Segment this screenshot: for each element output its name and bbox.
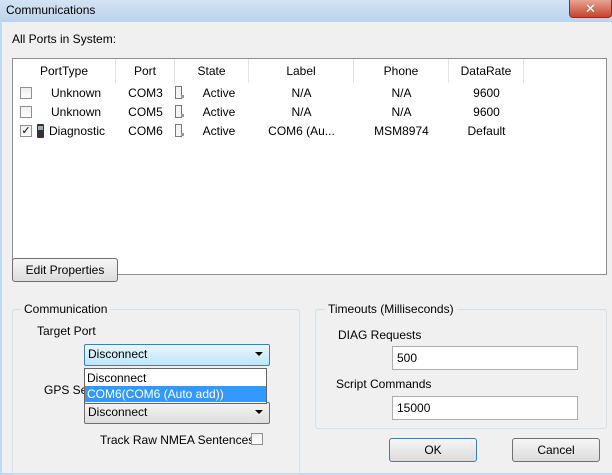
table-row[interactable]: ✓ Diagnostic COM6 Active COM6 (Au... MSM… — [13, 122, 606, 141]
gps-value: Disconnect — [88, 405, 148, 419]
timeouts-group-title: Timeouts (Milliseconds) — [325, 302, 457, 316]
dialog-body: All Ports in System: PortType Port State… — [2, 22, 612, 475]
chevron-down-icon — [255, 352, 263, 356]
dropdown-option[interactable]: Disconnect — [85, 370, 266, 386]
track-nmea-checkbox[interactable] — [251, 433, 263, 445]
diag-requests-label: DIAG Requests — [338, 328, 422, 342]
window-title: Communications — [6, 3, 96, 17]
data-rate: Default — [467, 124, 506, 138]
state-icon — [175, 86, 184, 99]
close-button[interactable]: ✕ — [569, 0, 612, 18]
port: COM6 — [128, 124, 163, 138]
ports-table[interactable]: PortType Port State Label Phone DataRate… — [12, 58, 607, 275]
chevron-down-icon — [255, 410, 263, 414]
port-type: Diagnostic — [49, 124, 106, 138]
state-icon — [175, 105, 184, 118]
row-checkbox[interactable]: ✓ — [20, 125, 32, 137]
port-type: Unknown — [51, 86, 101, 100]
col-header-label[interactable]: Label — [249, 59, 354, 83]
port: COM3 — [128, 86, 163, 100]
col-header-state[interactable]: State — [175, 59, 249, 83]
phone: N/A — [391, 86, 412, 100]
target-port-value: Disconnect — [88, 347, 148, 361]
state: Active — [202, 86, 236, 100]
title-bar: Communications ✕ — [0, 0, 612, 22]
phone: N/A — [391, 105, 412, 119]
track-nmea-label: Track Raw NMEA Sentences — [100, 433, 255, 447]
phone-icon — [37, 124, 44, 138]
script-commands-input[interactable]: 15000 — [392, 396, 578, 420]
state: Active — [202, 124, 236, 138]
port-type: Unknown — [51, 105, 101, 119]
col-header-porttype[interactable]: PortType — [13, 59, 116, 83]
ports-label: All Ports in System: — [12, 32, 117, 46]
table-row[interactable]: Unknown COM5 Active N/A N/A 9600 — [13, 103, 606, 122]
phone: MSM8974 — [374, 124, 429, 138]
diag-requests-input[interactable]: 500 — [392, 346, 578, 370]
row-checkbox[interactable] — [20, 87, 32, 99]
label: N/A — [291, 105, 312, 119]
target-port-dropdown[interactable]: Disconnect COM6(COM6 (Auto add)) — [84, 368, 267, 404]
port: COM5 — [128, 105, 163, 119]
row-checkbox[interactable] — [20, 106, 32, 118]
state-icon — [175, 124, 184, 137]
target-port-combo[interactable]: Disconnect — [84, 344, 270, 366]
data-rate: 9600 — [473, 86, 500, 100]
gps-combo[interactable]: Disconnect — [84, 402, 270, 424]
ok-button[interactable]: OK — [389, 438, 477, 462]
col-header-phone[interactable]: Phone — [354, 59, 449, 83]
state: Active — [202, 105, 236, 119]
script-commands-label: Script Commands — [336, 377, 432, 391]
col-header-port[interactable]: Port — [116, 59, 175, 83]
target-port-label: Target Port — [37, 324, 96, 338]
dropdown-option-selected[interactable]: COM6(COM6 (Auto add)) — [85, 386, 266, 402]
data-rate: 9600 — [473, 105, 500, 119]
label: COM6 (Au... — [268, 124, 335, 138]
cancel-button[interactable]: Cancel — [512, 438, 600, 462]
edit-properties-button[interactable]: Edit Properties — [12, 258, 118, 282]
communication-group-title: Communication — [21, 302, 111, 316]
table-row[interactable]: Unknown COM3 Active N/A N/A 9600 — [13, 84, 606, 103]
col-header-datarate[interactable]: DataRate — [449, 59, 524, 83]
label: N/A — [291, 86, 312, 100]
